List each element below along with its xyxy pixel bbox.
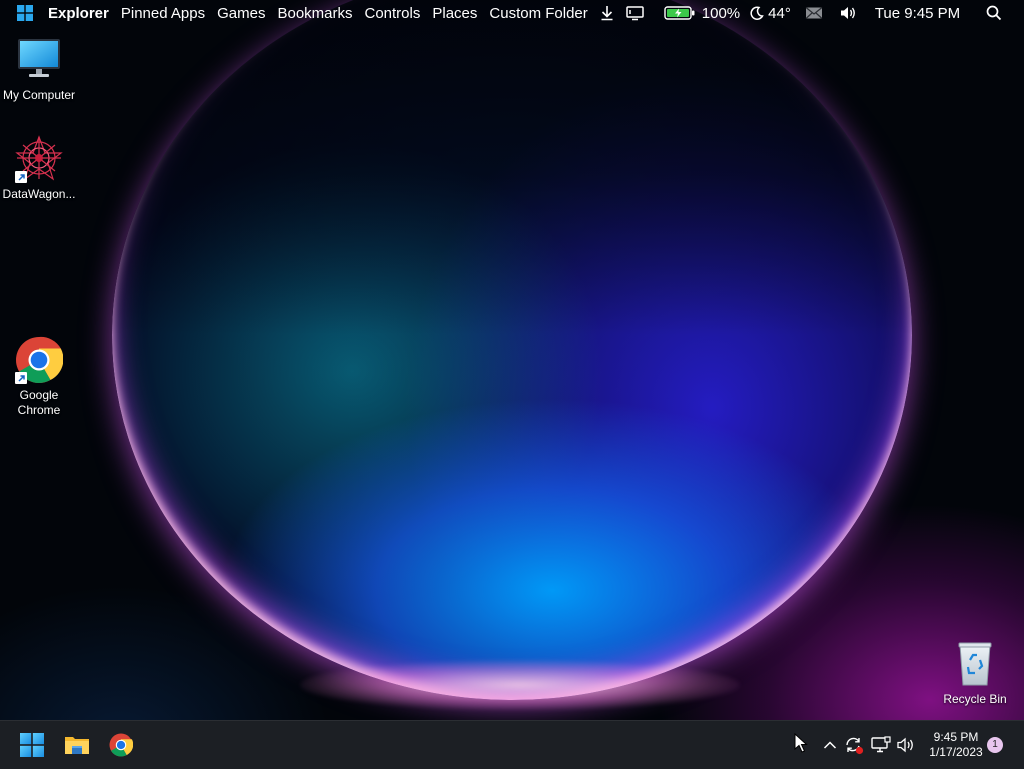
recycle-bin-icon <box>951 640 999 688</box>
moon-icon <box>750 6 764 20</box>
datawagon-icon <box>15 135 63 183</box>
menu-places[interactable]: Places <box>426 5 483 22</box>
volume-icon[interactable] <box>839 5 857 21</box>
desktop-icon-label: DataWagon... <box>2 187 76 201</box>
menu-controls[interactable]: Controls <box>359 5 427 22</box>
notification-badge[interactable]: 1 <box>987 737 1003 753</box>
file-explorer-icon <box>65 737 89 754</box>
display-icon[interactable] <box>626 5 644 21</box>
windows-logo-icon[interactable] <box>12 0 38 26</box>
clock-date: 1/17/2023 <box>929 745 983 759</box>
desktop-icon-recycle-bin[interactable]: Recycle Bin <box>936 640 1014 707</box>
desktop-icon-label: My Computer <box>2 88 76 102</box>
chrome-icon <box>109 733 133 757</box>
shortcut-arrow-icon <box>15 372 27 384</box>
desktop-icon-my-computer[interactable]: My Computer <box>0 36 78 103</box>
taskbar: 9:45 PM 1/17/2023 1 <box>0 720 1024 769</box>
windows-start-icon <box>20 733 44 757</box>
monitor-icon <box>15 36 63 84</box>
top-menu-bar: Explorer Pinned Apps Games Bookmarks Con… <box>0 0 1024 26</box>
menu-bookmarks[interactable]: Bookmarks <box>271 5 358 22</box>
mouse-cursor-icon <box>794 732 808 758</box>
desktop-wallpaper <box>0 0 1024 768</box>
menu-custom-folder[interactable]: Custom Folder <box>483 5 593 22</box>
desktop-icon-label: Google Chrome <box>17 388 61 417</box>
sync-icon[interactable] <box>844 735 864 755</box>
volume-icon[interactable] <box>896 735 916 755</box>
battery-percent: 100% <box>701 4 741 22</box>
shortcut-arrow-icon <box>15 171 27 183</box>
chrome-icon <box>15 336 64 384</box>
desktop-icon-datawagon[interactable]: DataWagon... <box>0 135 78 202</box>
chevron-up-icon[interactable] <box>820 735 840 755</box>
weather-temperature: 44° <box>768 4 791 22</box>
search-icon[interactable] <box>986 5 1002 21</box>
clock-time: 9:45 PM <box>933 730 979 744</box>
desktop-icon-label: Recycle Bin <box>943 692 1007 706</box>
menu-explorer[interactable]: Explorer <box>42 5 115 22</box>
menu-games[interactable]: Games <box>211 5 271 22</box>
taskbar-clock[interactable]: 9:45 PM 1/17/2023 <box>924 730 988 760</box>
mail-icon[interactable] <box>805 6 823 20</box>
battery-charging-icon <box>664 5 696 21</box>
download-icon[interactable] <box>600 5 614 21</box>
menubar-clock[interactable]: Tue 9:45 PM <box>871 5 964 22</box>
menu-pinned-apps[interactable]: Pinned Apps <box>115 5 211 22</box>
file-explorer-button[interactable] <box>61 729 93 761</box>
start-button[interactable] <box>16 729 48 761</box>
desktop-icon-google-chrome[interactable]: Google Chrome <box>0 336 78 418</box>
chrome-taskbar-button[interactable] <box>105 729 137 761</box>
network-icon[interactable] <box>871 735 891 755</box>
